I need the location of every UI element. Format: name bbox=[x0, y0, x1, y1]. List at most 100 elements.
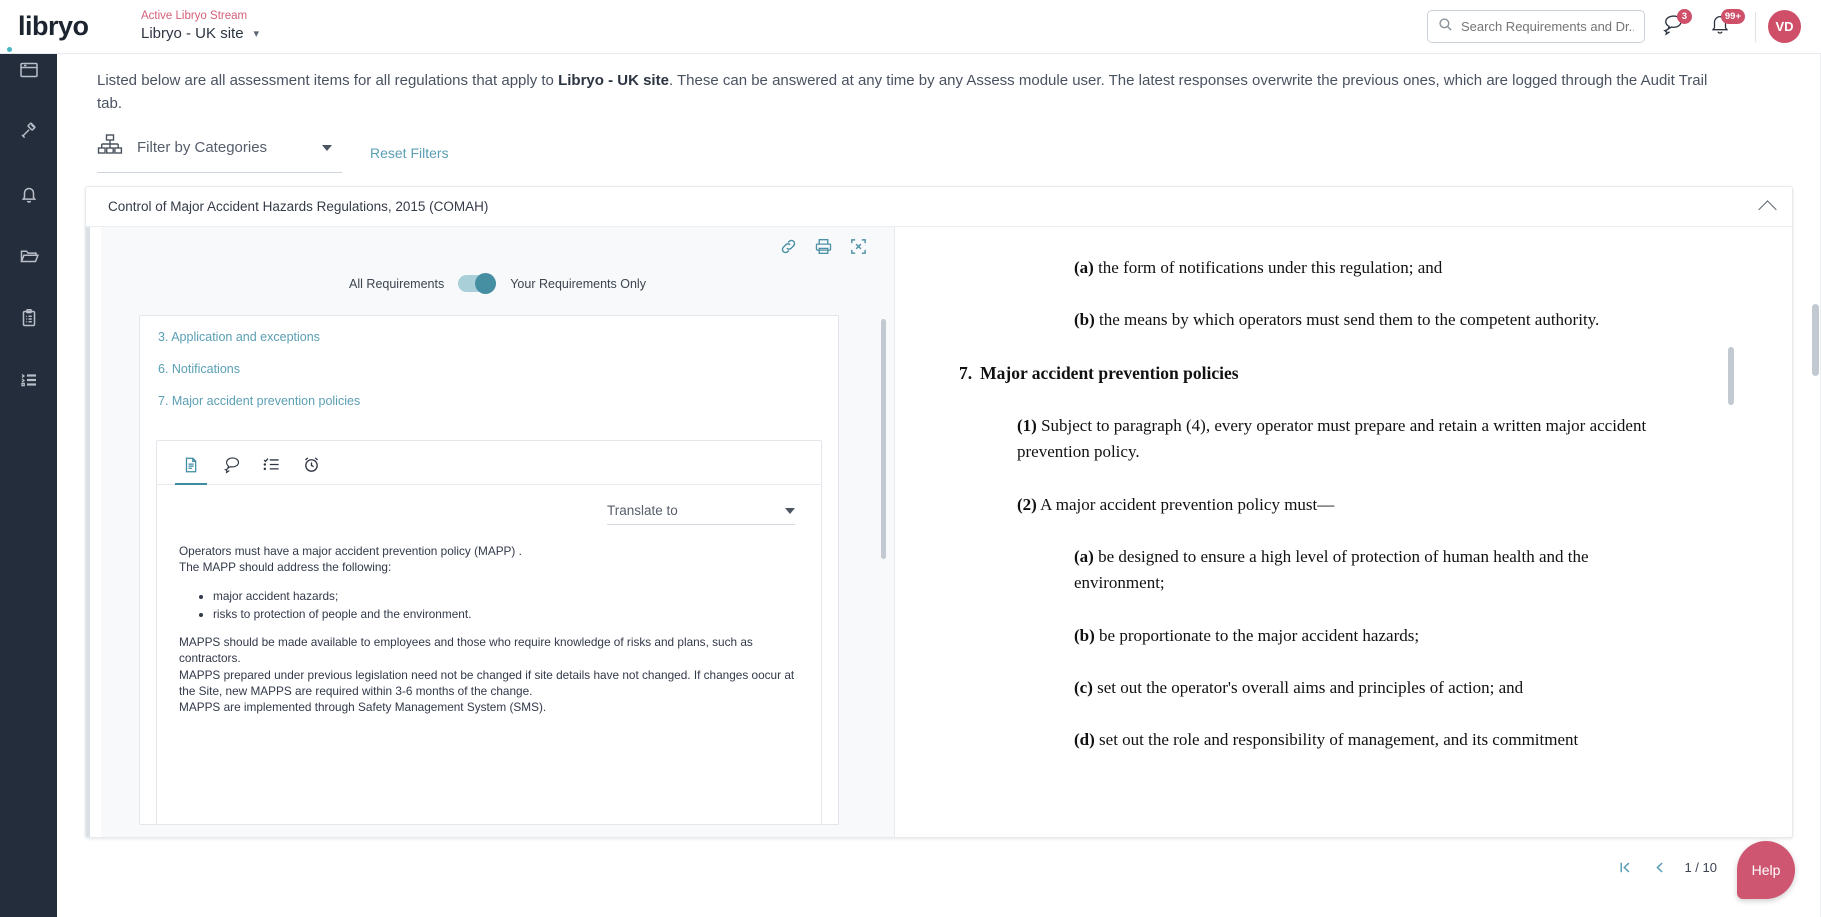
section-link[interactable]: 3. Application and exceptions bbox=[158, 330, 838, 344]
doc-text: the form of notifications under this reg… bbox=[1093, 258, 1443, 277]
assessment-scroll-panel: 3. Application and exceptions 6. Notific… bbox=[139, 315, 839, 825]
page-description: Listed below are all assessment items fo… bbox=[57, 54, 1757, 115]
gavel-icon bbox=[19, 122, 39, 147]
toggle-label-all: All Requirements bbox=[349, 276, 445, 291]
avatar[interactable]: VD bbox=[1768, 10, 1801, 43]
intro-part1: Listed below are all assessment items fo… bbox=[97, 72, 559, 89]
tab-comments[interactable] bbox=[211, 450, 251, 484]
notifications-button[interactable]: 99+ bbox=[1699, 7, 1745, 47]
doc-text: set out the operator's overall aims and … bbox=[1092, 677, 1524, 697]
requirements-toggle-row: All Requirements Your Requirements Only bbox=[101, 271, 894, 306]
sidebar-item-legal[interactable] bbox=[0, 110, 57, 158]
doc-block: (b) be proportionate to the major accide… bbox=[1074, 623, 1649, 649]
chevron-up-icon[interactable] bbox=[1758, 199, 1777, 219]
logo-dot bbox=[7, 47, 12, 52]
sidebar-item-assess[interactable] bbox=[0, 296, 57, 344]
document-icon bbox=[182, 456, 200, 479]
accent-gap bbox=[90, 227, 101, 837]
checklist-icon bbox=[262, 455, 281, 479]
sidebar-item-library[interactable] bbox=[0, 234, 57, 282]
item-line-5: MAPPS are implemented through Safety Man… bbox=[179, 700, 547, 715]
doc-lead: (a) bbox=[1074, 258, 1094, 277]
section-link[interactable]: 7. Major accident prevention policies bbox=[158, 394, 838, 408]
doc-block: (c) set out the operator's overall aims … bbox=[1074, 675, 1649, 701]
doc-text: be designed to ensure a high level of pr… bbox=[1074, 546, 1589, 593]
assessment-item-panel: Translate to Operators must have a major… bbox=[156, 440, 822, 824]
topbar-actions: 3 99+ VD bbox=[1427, 7, 1821, 47]
active-stream-selector[interactable]: Active Libryo Stream Libryo - UK site ▾ bbox=[141, 10, 259, 42]
comments-icon bbox=[222, 455, 241, 479]
sidebar-item-alerts[interactable] bbox=[0, 172, 57, 220]
item-bullet-list: major accident hazards; risks to protect… bbox=[213, 588, 799, 623]
doc-block: (d) set out the role and responsibility … bbox=[1074, 727, 1649, 753]
item-line-3: MAPPS should be made available to employ… bbox=[179, 635, 753, 666]
toggle-label-yours: Your Requirements Only bbox=[510, 276, 646, 291]
list-item: risks to protection of people and the en… bbox=[213, 606, 799, 622]
filter-label: Filter by Categories bbox=[137, 139, 268, 156]
window-icon bbox=[19, 60, 39, 85]
doc-lead: (d) bbox=[1074, 730, 1095, 750]
search-icon bbox=[1438, 17, 1453, 37]
regulation-header[interactable]: Control of Major Accident Hazards Regula… bbox=[86, 187, 1792, 227]
search-box[interactable] bbox=[1427, 10, 1645, 43]
folder-icon bbox=[19, 246, 39, 271]
chevron-down-icon[interactable]: ▾ bbox=[254, 28, 260, 41]
page-indicator: 1 / 10 bbox=[1684, 859, 1717, 875]
translate-row: Translate to bbox=[157, 485, 821, 525]
previous-page-button[interactable] bbox=[1642, 852, 1676, 882]
clipboard-icon bbox=[19, 308, 39, 333]
first-page-button[interactable] bbox=[1608, 852, 1642, 882]
translate-to-dropdown[interactable]: Translate to bbox=[607, 503, 795, 525]
item-line-1: Operators must have a major accident pre… bbox=[179, 544, 522, 558]
assessment-scrollbar[interactable] bbox=[881, 319, 886, 559]
section-link-list: 3. Application and exceptions 6. Notific… bbox=[140, 316, 838, 434]
fullscreen-icon[interactable] bbox=[849, 237, 868, 261]
doc-text: the means by which operators must send t… bbox=[1094, 310, 1600, 330]
tab-reminders[interactable] bbox=[291, 450, 331, 484]
section-link[interactable]: 6. Notifications bbox=[158, 362, 838, 376]
reset-filters-link[interactable]: Reset Filters bbox=[370, 145, 449, 161]
chevron-down-icon[interactable] bbox=[322, 144, 332, 151]
tab-checklist[interactable] bbox=[251, 450, 291, 484]
messages-button[interactable]: 3 bbox=[1651, 7, 1693, 47]
doc-block: (b) the means by which operators must se… bbox=[1074, 307, 1649, 333]
org-chart-icon bbox=[97, 133, 123, 162]
left-sidebar bbox=[0, 0, 57, 917]
messages-badge: 3 bbox=[1676, 8, 1692, 24]
document-page: (a) the form of notifications under this… bbox=[919, 227, 1689, 837]
requirements-toggle[interactable] bbox=[458, 273, 497, 294]
alarm-clock-icon bbox=[302, 455, 321, 479]
doc-heading-text: Major accident prevention policies bbox=[980, 362, 1239, 383]
sidebar-item-tasks[interactable] bbox=[0, 358, 57, 406]
app-logo[interactable]: libryo bbox=[7, 11, 123, 52]
notifications-badge: 99+ bbox=[1720, 8, 1745, 24]
doc-text: Subject to paragraph (4), every operator… bbox=[1017, 415, 1647, 462]
main-content: Listed below are all assessment items fo… bbox=[57, 54, 1821, 917]
search-input[interactable] bbox=[1461, 19, 1634, 34]
regulation-card: Control of Major Accident Hazards Regula… bbox=[85, 186, 1793, 838]
page-scrollbar[interactable] bbox=[1812, 304, 1819, 376]
document-scrollbar[interactable] bbox=[1728, 347, 1734, 405]
document-viewer-column: (a) the form of notifications under this… bbox=[895, 227, 1792, 837]
doc-text: set out the role and responsibility of m… bbox=[1094, 730, 1579, 750]
regulation-body: All Requirements Your Requirements Only … bbox=[86, 227, 1792, 837]
topbar-divider bbox=[1755, 11, 1756, 42]
doc-lead: (a) bbox=[1074, 546, 1094, 566]
print-icon[interactable] bbox=[814, 237, 833, 261]
filter-by-categories-dropdown[interactable]: Filter by Categories bbox=[97, 133, 342, 173]
link-icon[interactable] bbox=[779, 237, 798, 261]
assessment-column: All Requirements Your Requirements Only … bbox=[101, 227, 895, 837]
intro-stream-name: Libryo - UK site bbox=[558, 72, 669, 89]
tab-document[interactable] bbox=[171, 450, 211, 485]
assessment-item-text: Operators must have a major accident pre… bbox=[157, 525, 821, 715]
chevron-down-icon[interactable] bbox=[785, 507, 795, 514]
sidebar-item-dashboard[interactable] bbox=[0, 48, 57, 96]
list-item: major accident hazards; bbox=[213, 588, 799, 604]
toggle-knob bbox=[475, 273, 497, 294]
logo-text: libryo bbox=[18, 11, 89, 41]
doc-lead: (b) bbox=[1074, 625, 1095, 645]
list-filter-icon bbox=[19, 370, 39, 395]
doc-text: be proportionate to the major accident h… bbox=[1094, 625, 1420, 645]
assessment-toolbar bbox=[101, 227, 894, 271]
help-button[interactable]: Help bbox=[1737, 841, 1795, 899]
